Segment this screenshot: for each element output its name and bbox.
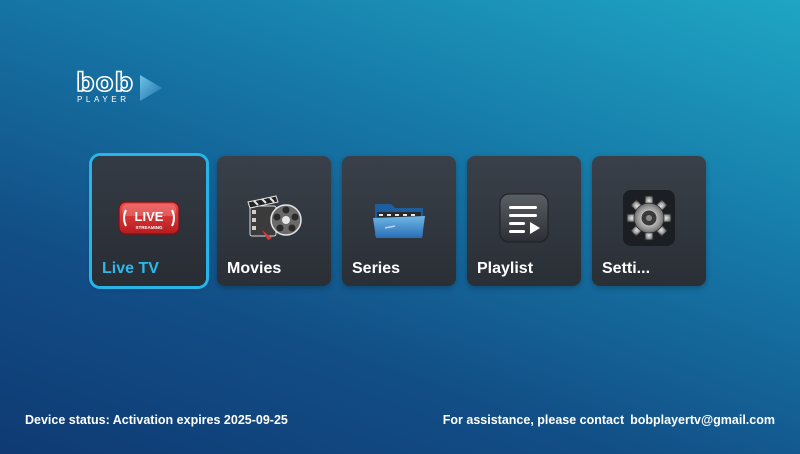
- menu-tile-label: Movies: [227, 260, 282, 277]
- play-logo-icon: [140, 75, 162, 101]
- menu-tile-live-tv[interactable]: LIVE STREAMING Live TV: [92, 156, 206, 286]
- menu-tile-movies[interactable]: Movies: [217, 156, 331, 286]
- device-status: Device status: Activation expires 2025-0…: [25, 413, 288, 427]
- assistance-contact: For assistance, please contact bobplayert…: [443, 413, 775, 427]
- menu-tile-label: Playlist: [477, 260, 534, 277]
- assistance-text: For assistance, please contact: [442, 413, 625, 427]
- main-menu: LIVE STREAMING Live TV Movies Series Pla…: [92, 156, 712, 288]
- brand-logo: bob PLAYER: [75, 68, 166, 110]
- gear-icon: [623, 190, 675, 246]
- menu-tile-label: Setti...: [602, 260, 651, 277]
- menu-tile-label: Series: [352, 260, 401, 277]
- folder-film-icon: [373, 204, 425, 238]
- live-badge-text: LIVE: [135, 209, 164, 224]
- menu-tile-series[interactable]: Series: [342, 156, 456, 286]
- film-reel-icon: [247, 195, 302, 240]
- logo-subtitle: PLAYER: [77, 95, 130, 104]
- live-streaming-icon: LIVE STREAMING: [118, 201, 180, 235]
- support-email: bobplayertv@gmail.com: [630, 413, 775, 427]
- menu-tile-label: Live TV: [102, 260, 159, 277]
- menu-tile-playlist[interactable]: Playlist: [467, 156, 581, 286]
- logo-wordmark: bob: [75, 68, 135, 98]
- menu-tile-settings[interactable]: Setti...: [592, 156, 706, 286]
- playlist-icon: [499, 193, 549, 243]
- live-badge-sub: STREAMING: [136, 225, 163, 230]
